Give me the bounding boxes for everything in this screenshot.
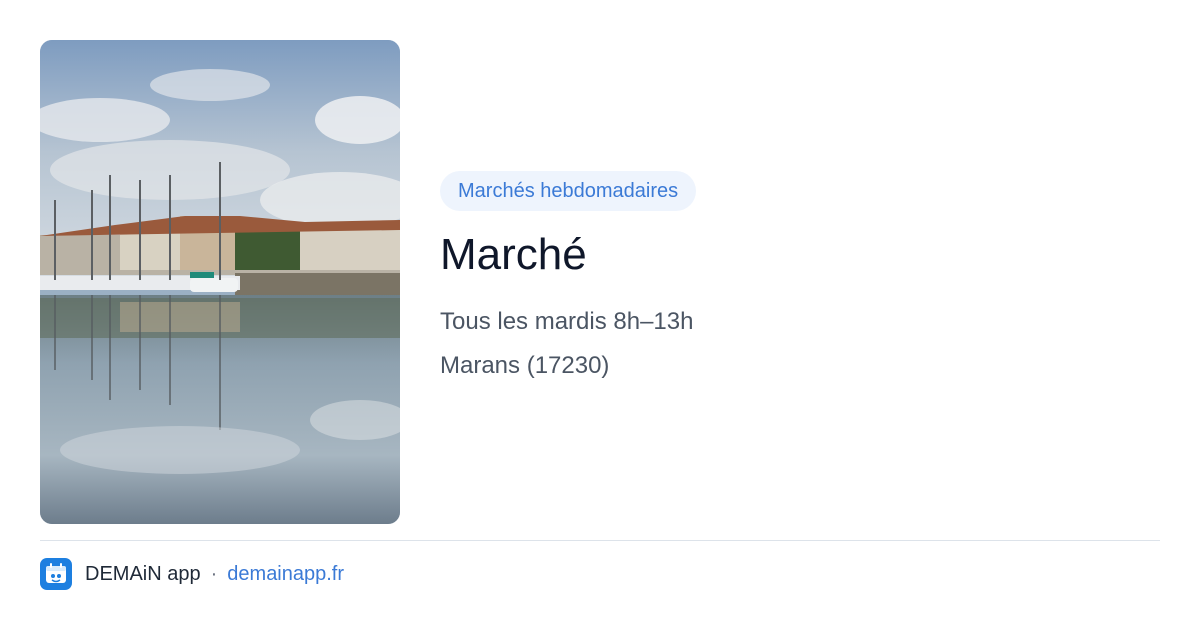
footer: DEMAiN app · demainapp.fr (40, 558, 344, 590)
event-title: Marché (440, 230, 587, 279)
demain-app-logo-icon (40, 558, 72, 590)
app-url-link[interactable]: demainapp.fr (227, 563, 344, 586)
app-name: DEMAiN app (85, 562, 201, 585)
event-schedule: Tous les mardis 8h–13h (440, 308, 694, 335)
event-info: Marchés hebdomadaires Marché Tous les ma… (440, 171, 1160, 381)
footer-divider (40, 540, 1160, 541)
category-badge: Marchés hebdomadaires (440, 171, 697, 211)
share-card: Marchés hebdomadaires Marché Tous les ma… (0, 0, 1200, 630)
footer-separator: · (210, 562, 218, 585)
event-location: Marans (17230) (440, 352, 610, 379)
event-photo (40, 40, 400, 524)
